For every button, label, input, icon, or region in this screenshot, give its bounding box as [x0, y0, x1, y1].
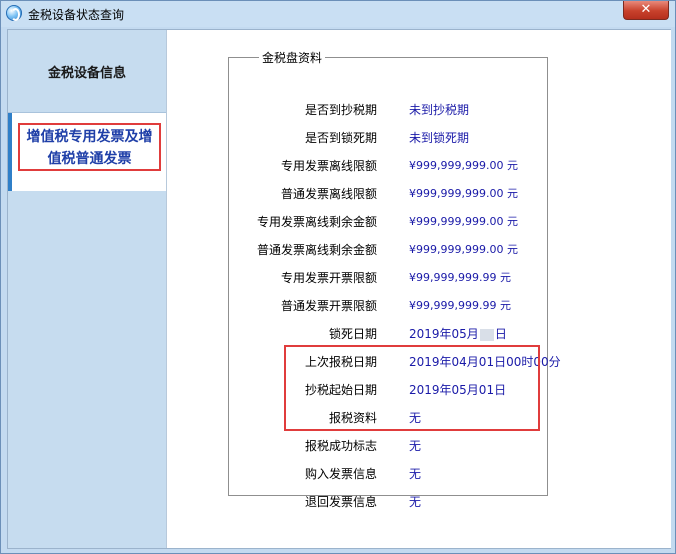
row-label: 退回发票信息 [304, 495, 377, 509]
sidebar: 金税设备信息 增值税专用发票及增值税普通发票 [8, 30, 166, 548]
info-row: 报税成功标志 无 [229, 434, 547, 454]
sidebar-item-vat-invoices[interactable]: 增值税专用发票及增值税普通发票 [8, 113, 166, 191]
row-value: 2019年05月 日 [409, 325, 507, 342]
row-label: 报税成功标志 [304, 439, 377, 453]
info-row: 购入发票信息 无 [229, 462, 547, 482]
tax-disk-info-group: 金税盘资料 是否到抄税期 未到抄税期 是否到锁死期 未到锁死期 专用发票离线限额… [228, 49, 561, 509]
row-value: 无 [409, 439, 422, 453]
row-label: 专用发票离线剩余金额 [256, 215, 377, 229]
info-row: 是否到锁死期 未到锁死期 [229, 126, 547, 146]
row-value: ¥99,999,999.99 元 [409, 271, 511, 284]
row-label: 普通发票开票限额 [280, 299, 377, 313]
row-label: 专用发票离线限额 [280, 159, 377, 173]
window-title: 金税设备状态查询 [28, 8, 125, 22]
highlight-box [284, 345, 540, 431]
row-label: 普通发票离线剩余金额 [256, 243, 377, 257]
row-label: 购入发票信息 [304, 467, 377, 481]
row-value: ¥99,999,999.99 元 [409, 299, 511, 312]
row-label: 是否到锁死期 [304, 131, 377, 145]
row-label: 锁死日期 [328, 327, 377, 341]
info-row: 锁死日期 2019年05月 日 [229, 322, 547, 342]
lock-date-suffix: 日 [494, 327, 507, 341]
row-label: 专用发票开票限额 [280, 271, 377, 285]
info-row: 专用发票离线剩余金额 ¥999,999,999.00 元 [229, 210, 547, 230]
row-value: ¥999,999,999.00 元 [409, 215, 518, 228]
row-value: ¥999,999,999.00 元 [409, 187, 518, 200]
row-value: 无 [409, 467, 422, 481]
info-row: 退回发票信息 无 [229, 490, 547, 510]
dialog-content: 金税设备信息 增值税专用发票及增值税普通发票 金税盘资料 是否到抄税期 未到抄税… [7, 29, 671, 549]
row-label: 普通发票离线限额 [280, 187, 377, 201]
sidebar-item-label: 金税设备信息 [47, 65, 126, 81]
row-value: 无 [409, 495, 422, 509]
sidebar-item-device-info[interactable]: 金税设备信息 [8, 30, 166, 113]
info-row: 专用发票开票限额 ¥99,999,999.99 元 [229, 266, 547, 286]
app-logo-icon [6, 5, 22, 21]
sidebar-item-label: 增值税专用发票及增值税普通发票 [18, 123, 161, 171]
dialog-window: 金税设备状态查询 ✕ 金税设备信息 增值税专用发票及增值税普通发票 金税盘资料 … [0, 0, 676, 554]
info-row: 专用发票离线限额 ¥999,999,999.00 元 [229, 154, 547, 174]
row-value: 未到锁死期 [409, 131, 470, 145]
row-value: ¥999,999,999.00 元 [409, 159, 518, 172]
lock-date-prefix: 2019年05月 [409, 327, 479, 341]
redacted-day [479, 328, 494, 341]
info-row: 普通发票开票限额 ¥99,999,999.99 元 [229, 294, 547, 314]
row-label: 是否到抄税期 [304, 103, 377, 117]
row-value: 未到抄税期 [409, 103, 470, 117]
close-button[interactable]: ✕ [623, 1, 669, 20]
info-row: 普通发票离线剩余金额 ¥999,999,999.00 元 [229, 238, 547, 258]
title-bar[interactable]: 金税设备状态查询 ✕ [1, 1, 675, 27]
info-row: 普通发票离线限额 ¥999,999,999.00 元 [229, 182, 547, 202]
main-panel: 金税盘资料 是否到抄税期 未到抄税期 是否到锁死期 未到锁死期 专用发票离线限额… [166, 30, 671, 548]
info-row: 是否到抄税期 未到抄税期 [229, 98, 547, 118]
row-value: ¥999,999,999.00 元 [409, 243, 518, 256]
group-title: 金税盘资料 [259, 49, 326, 66]
